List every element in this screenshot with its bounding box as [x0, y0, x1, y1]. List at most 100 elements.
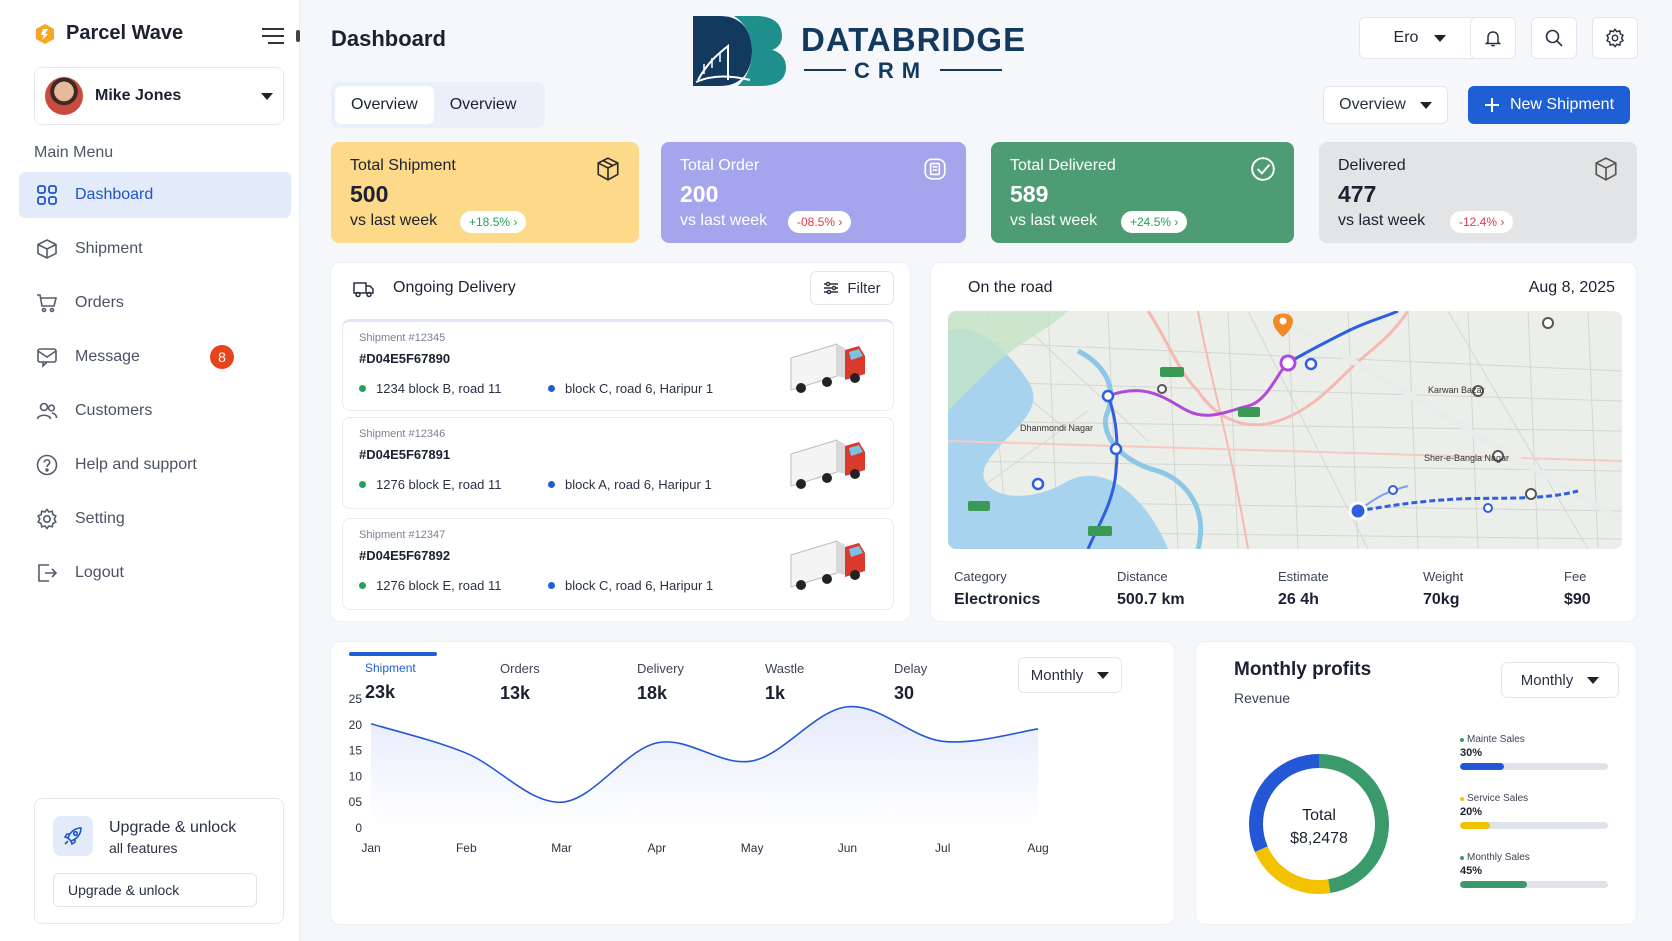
chevron-down-icon: [1434, 34, 1447, 42]
on-the-road-panel: On the road Aug 8, 2025 Dhanmondi Nagar …: [930, 262, 1637, 622]
metric-value: 26 4h: [1278, 591, 1319, 608]
search-icon: [1545, 29, 1563, 47]
x-tick-label: Apr: [648, 841, 667, 855]
shipment-card[interactable]: Shipment #12346 #D04E5F67891 1276 block …: [342, 417, 894, 509]
tab-overview-2[interactable]: Overview: [434, 86, 533, 124]
brand: Parcel Wave: [34, 22, 183, 45]
origin-dot: [359, 582, 366, 589]
menu-toggle-icon[interactable]: [262, 27, 284, 45]
metric-value: $90: [1564, 591, 1591, 608]
sidebar-item-help[interactable]: Help and support: [19, 442, 291, 488]
sidebar-nav: Dashboard Shipment Orders Message 8 Cust…: [19, 172, 291, 604]
sidebar-item-dashboard[interactable]: Dashboard: [19, 172, 291, 218]
shipment-card[interactable]: Shipment #12345 #D04E5F67890 1234 block …: [342, 319, 894, 411]
check-circle-icon: [1251, 157, 1275, 181]
brand-name: Parcel Wave: [66, 22, 184, 44]
sidebar-item-shipment[interactable]: Shipment: [19, 226, 291, 272]
on-the-road-date: Aug 8, 2025: [1528, 279, 1615, 296]
metric-distance: Distance 500.7 km: [1117, 569, 1185, 609]
search-button[interactable]: [1531, 17, 1577, 59]
origin-address: 1276 block E, road 11: [376, 477, 502, 492]
y-tick-label: 15: [349, 744, 363, 758]
destination-dot: [548, 481, 555, 488]
upgrade-title: Upgrade & unlock: [109, 819, 237, 836]
stat-compare-label: vs last week: [1010, 212, 1098, 229]
monthly-profits-subtitle: Revenue: [1234, 690, 1291, 706]
collapse-handle[interactable]: [296, 30, 300, 42]
stat-change-badge: -12.4% ›: [1450, 211, 1514, 233]
stat-card-total-shipment: Total Shipment 500 vs last week +18.5% ›: [331, 142, 639, 243]
legend-progress-fill: [1460, 822, 1490, 829]
new-shipment-button[interactable]: New Shipment: [1468, 86, 1630, 124]
legend-mainte-sales: Mainte Sales 30%: [1460, 734, 1610, 770]
help-icon: [35, 453, 59, 477]
shipment-card[interactable]: Shipment #12347 #D04E5F67892 1276 block …: [342, 518, 894, 610]
upgrade-subtitle: all features: [109, 840, 178, 856]
stat-title: Total Shipment: [350, 157, 456, 174]
stat-title: Total Order: [680, 157, 760, 174]
sidebar-item-label: Logout: [75, 564, 124, 581]
shipment-destination: block A, road 6, Haripur 1: [548, 477, 712, 492]
overview-select[interactable]: Overview: [1323, 86, 1448, 124]
origin-dot: [359, 385, 366, 392]
data-point: [941, 739, 945, 743]
x-tick-label: Mar: [551, 841, 572, 855]
notification-button[interactable]: [1470, 17, 1516, 59]
legend-progress-track: [1460, 763, 1608, 770]
stat-value: 589: [1010, 181, 1049, 207]
metric-value: 500.7 km: [1117, 591, 1185, 608]
stat-change-value: -08.5%: [797, 215, 836, 229]
stat-card-total-order: Total Order 200 vs last week -08.5% ›: [661, 142, 966, 243]
legend-service-sales: Service Sales 20%: [1460, 793, 1610, 829]
legend-progress-track: [1460, 881, 1608, 888]
legend-dot: [1460, 855, 1464, 860]
users-icon: [35, 399, 59, 423]
route-map[interactable]: Dhanmondi Nagar Karwan Bazar Sher-e-Bang…: [948, 311, 1622, 549]
legend-monthly-sales: Monthly Sales 45%: [1460, 852, 1610, 888]
filter-button[interactable]: Filter: [810, 271, 894, 305]
stat-compare-label: vs last week: [350, 212, 438, 229]
stat-card-delivered: Delivered 477 vs last week -12.4% ›: [1319, 142, 1637, 243]
x-tick-label: Jan: [361, 841, 380, 855]
stat-value: 500: [350, 181, 389, 207]
shipment-id: Shipment #12347: [359, 529, 446, 541]
logo-word: DATABRIDGE: [801, 21, 1026, 58]
destination-address: block C, road 6, Haripur 1: [565, 381, 714, 396]
shipment-destination: block C, road 6, Haripur 1: [548, 578, 713, 593]
stat-title: Total Delivered: [1010, 157, 1116, 174]
sidebar-item-setting[interactable]: Setting: [19, 496, 291, 542]
upgrade-button[interactable]: Upgrade & unlock: [53, 873, 257, 907]
origin-dot: [359, 481, 366, 488]
legend-percent: 20%: [1460, 806, 1483, 818]
shipment-id: Shipment #12346: [359, 428, 446, 440]
y-tick-label: 25: [349, 692, 363, 706]
map-label-sher: Sher-e-Bangla Nagar: [1424, 453, 1509, 463]
rocket-icon: [53, 816, 93, 856]
profits-period-select[interactable]: Monthly: [1501, 662, 1619, 698]
y-tick-label: 20: [349, 718, 363, 732]
metric-label: Category: [954, 569, 1007, 584]
sidebar-item-message[interactable]: Message 8: [19, 334, 291, 380]
metric-weight: Weight 70kg: [1423, 569, 1463, 609]
region-select[interactable]: Ero: [1359, 17, 1481, 59]
x-tick-label: May: [741, 841, 764, 855]
destination-address: block A, road 6, Haripur 1: [565, 477, 712, 492]
data-point: [369, 722, 373, 726]
sidebar-item-label: Orders: [75, 294, 124, 311]
metric-value: Electronics: [954, 591, 1041, 608]
sidebar-item-customers[interactable]: Customers: [19, 388, 291, 434]
metric-fee: Fee $90: [1564, 569, 1591, 609]
shipment-origin: 1276 block E, road 11: [359, 578, 502, 593]
gear-icon: [35, 507, 59, 531]
stat-card-total-delivered: Total Delivered 589 vs last week +24.5% …: [991, 142, 1294, 243]
sidebar-item-orders[interactable]: Orders: [19, 280, 291, 326]
tab-overview-1[interactable]: Overview: [335, 86, 434, 124]
legend-dot: [1460, 796, 1464, 801]
settings-button[interactable]: [1592, 17, 1638, 59]
chevron-down-icon: [1587, 676, 1600, 684]
origin-address: 1234 block B, road 11: [376, 381, 502, 396]
route-map-canvas: Dhanmondi Nagar Karwan Bazar Sher-e-Bang…: [948, 311, 1622, 549]
sidebar-item-logout[interactable]: Logout: [19, 550, 291, 596]
user-selector[interactable]: Mike Jones: [34, 67, 284, 125]
sidebar-item-label: Shipment: [75, 240, 143, 257]
